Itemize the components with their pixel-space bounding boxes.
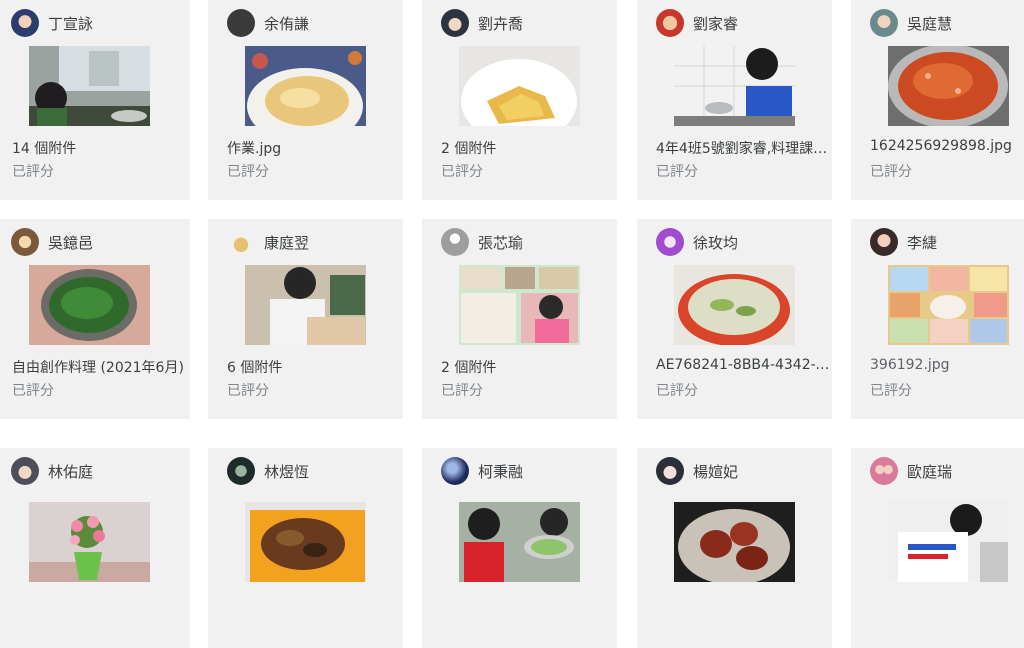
student-name: 劉家睿	[693, 14, 739, 33]
attachment-name[interactable]: AE768241-8BB4-4342-A1F2.jpg	[656, 357, 832, 373]
anime-avatar-icon	[656, 457, 684, 485]
submission-card[interactable]: 劉卉喬 2 個附件 已評分	[422, 0, 617, 200]
attachment-thumbnail[interactable]	[245, 46, 366, 126]
planet-avatar-icon	[441, 457, 469, 485]
grade-status: 已評分	[12, 383, 54, 399]
submission-card[interactable]: 楊媗妃	[637, 448, 832, 648]
attachment-thumbnail[interactable]	[674, 46, 795, 126]
kid-kneading-photo	[245, 265, 366, 345]
photo-avatar-icon	[870, 9, 898, 37]
grade-status: 已評分	[870, 164, 912, 180]
attachment-thumbnail[interactable]	[888, 502, 1009, 582]
dark-avatar-icon	[227, 9, 255, 37]
student-name: 余侑謙	[264, 14, 310, 33]
student-name: 吳鐿邑	[48, 233, 94, 252]
attachment-name[interactable]: 2 個附件	[441, 138, 617, 158]
student-name: 丁宣詠	[48, 14, 94, 33]
submission-card[interactable]: 柯秉融	[422, 448, 617, 648]
attachment-thumbnail[interactable]	[674, 502, 795, 582]
tomato-pot-photo	[888, 46, 1009, 126]
submission-card[interactable]: 林佑庭	[0, 448, 190, 648]
attachment-thumbnail[interactable]	[888, 265, 1009, 345]
boy-cooking-photo	[674, 46, 795, 126]
pair-avatar-icon	[870, 457, 898, 485]
grade-status: 已評分	[441, 383, 483, 399]
grade-status: 已評分	[870, 383, 912, 399]
kids-kitchen-photo	[459, 502, 580, 582]
attachment-name[interactable]: 自由創作料理 (2021年6月)	[12, 357, 188, 377]
student-name: 楊媗妃	[693, 462, 739, 481]
flower-pot-photo	[29, 502, 150, 582]
meat-pan-photo	[674, 502, 795, 582]
student-name: 吳庭慧	[907, 14, 953, 33]
submission-card[interactable]: 吳庭慧 1624256929898.jpg 已評分	[851, 0, 1024, 200]
submission-card[interactable]: 徐玫均 AE768241-8BB4-4342-A1F2.jpg 已評分	[637, 219, 832, 419]
student-name: 徐玫均	[693, 233, 739, 252]
attachment-thumbnail[interactable]	[459, 502, 580, 582]
cooking-photo	[29, 46, 150, 126]
student-avatar-icon	[11, 9, 39, 37]
attachment-thumbnail[interactable]	[459, 46, 580, 126]
photo-grid-photo	[888, 265, 1009, 345]
student-name: 林煜恆	[264, 462, 310, 481]
attachment-thumbnail[interactable]	[245, 265, 366, 345]
attachment-name[interactable]: 1624256929898.jpg	[870, 138, 1024, 154]
collage-photo	[459, 265, 580, 345]
stirfry-plate-photo	[245, 502, 366, 582]
submission-card[interactable]: 余侑謙 作業.jpg 已評分	[208, 0, 403, 200]
attachment-thumbnail[interactable]	[245, 502, 366, 582]
boy-tshirt-photo	[888, 502, 1009, 582]
egg-plate-photo	[459, 46, 580, 126]
animal-avatar-icon	[227, 228, 255, 256]
student-name: 柯秉融	[478, 462, 524, 481]
submission-card[interactable]: 歐庭瑞	[851, 448, 1024, 648]
submission-card[interactable]: 劉家睿 4年4班5號劉家睿,料理課作業.jpg 已評分	[637, 0, 832, 200]
submission-card[interactable]: 林煜恆	[208, 448, 403, 648]
submission-card[interactable]: 張芯瑜 2 個附件 已評分	[422, 219, 617, 419]
grade-status: 已評分	[656, 383, 698, 399]
girl-avatar-icon	[870, 228, 898, 256]
character-avatar-icon	[11, 228, 39, 256]
anime-avatar-icon	[11, 457, 39, 485]
purple-avatar-icon	[656, 228, 684, 256]
submission-card[interactable]: 李緁 396192.jpg 已評分	[851, 219, 1024, 419]
attachment-name[interactable]: 4年4班5號劉家睿,料理課作業.jpg	[656, 138, 832, 158]
student-name: 張芯瑜	[478, 233, 524, 252]
grade-status: 已評分	[227, 164, 269, 180]
attachment-name[interactable]: 2 個附件	[441, 357, 617, 377]
student-name: 劉卉喬	[478, 14, 524, 33]
grade-status: 已評分	[227, 383, 269, 399]
grade-status: 已評分	[12, 164, 54, 180]
attachment-thumbnail[interactable]	[29, 502, 150, 582]
student-name: 林佑庭	[48, 462, 94, 481]
submission-card[interactable]: 丁宣詠 14 個附件 已評分	[0, 0, 190, 200]
student-name: 李緁	[907, 233, 938, 252]
submission-grid: 丁宣詠 14 個附件 已評分 余侑謙 作業.jpg 已評分 劉卉喬 2 個附件 …	[0, 0, 1024, 648]
grade-status: 已評分	[656, 164, 698, 180]
attachment-name[interactable]: 14 個附件	[12, 138, 188, 158]
omelette-bowl-photo	[245, 46, 366, 126]
submission-card[interactable]: 吳鐿邑 自由創作料理 (2021年6月) 已評分	[0, 219, 190, 419]
student-name: 康庭翌	[264, 233, 310, 252]
attachment-thumbnail[interactable]	[29, 46, 150, 126]
dark-photo-avatar-icon	[227, 457, 255, 485]
attachment-name[interactable]: 6 個附件	[227, 357, 403, 377]
attachment-thumbnail[interactable]	[888, 46, 1009, 126]
soup-pot-photo	[674, 265, 795, 345]
anime-avatar-icon	[441, 9, 469, 37]
submission-card[interactable]: 康庭翌 6 個附件 已評分	[208, 219, 403, 419]
attachment-name[interactable]: 作業.jpg	[227, 138, 403, 158]
attachment-thumbnail[interactable]	[459, 265, 580, 345]
cartoon-avatar-icon	[656, 9, 684, 37]
greens-plate-photo	[29, 265, 150, 345]
default-person-icon	[441, 228, 469, 256]
student-name: 歐庭瑞	[907, 462, 953, 481]
attachment-name[interactable]: 396192.jpg	[870, 357, 1024, 373]
grade-status: 已評分	[441, 164, 483, 180]
attachment-thumbnail[interactable]	[29, 265, 150, 345]
attachment-thumbnail[interactable]	[674, 265, 795, 345]
